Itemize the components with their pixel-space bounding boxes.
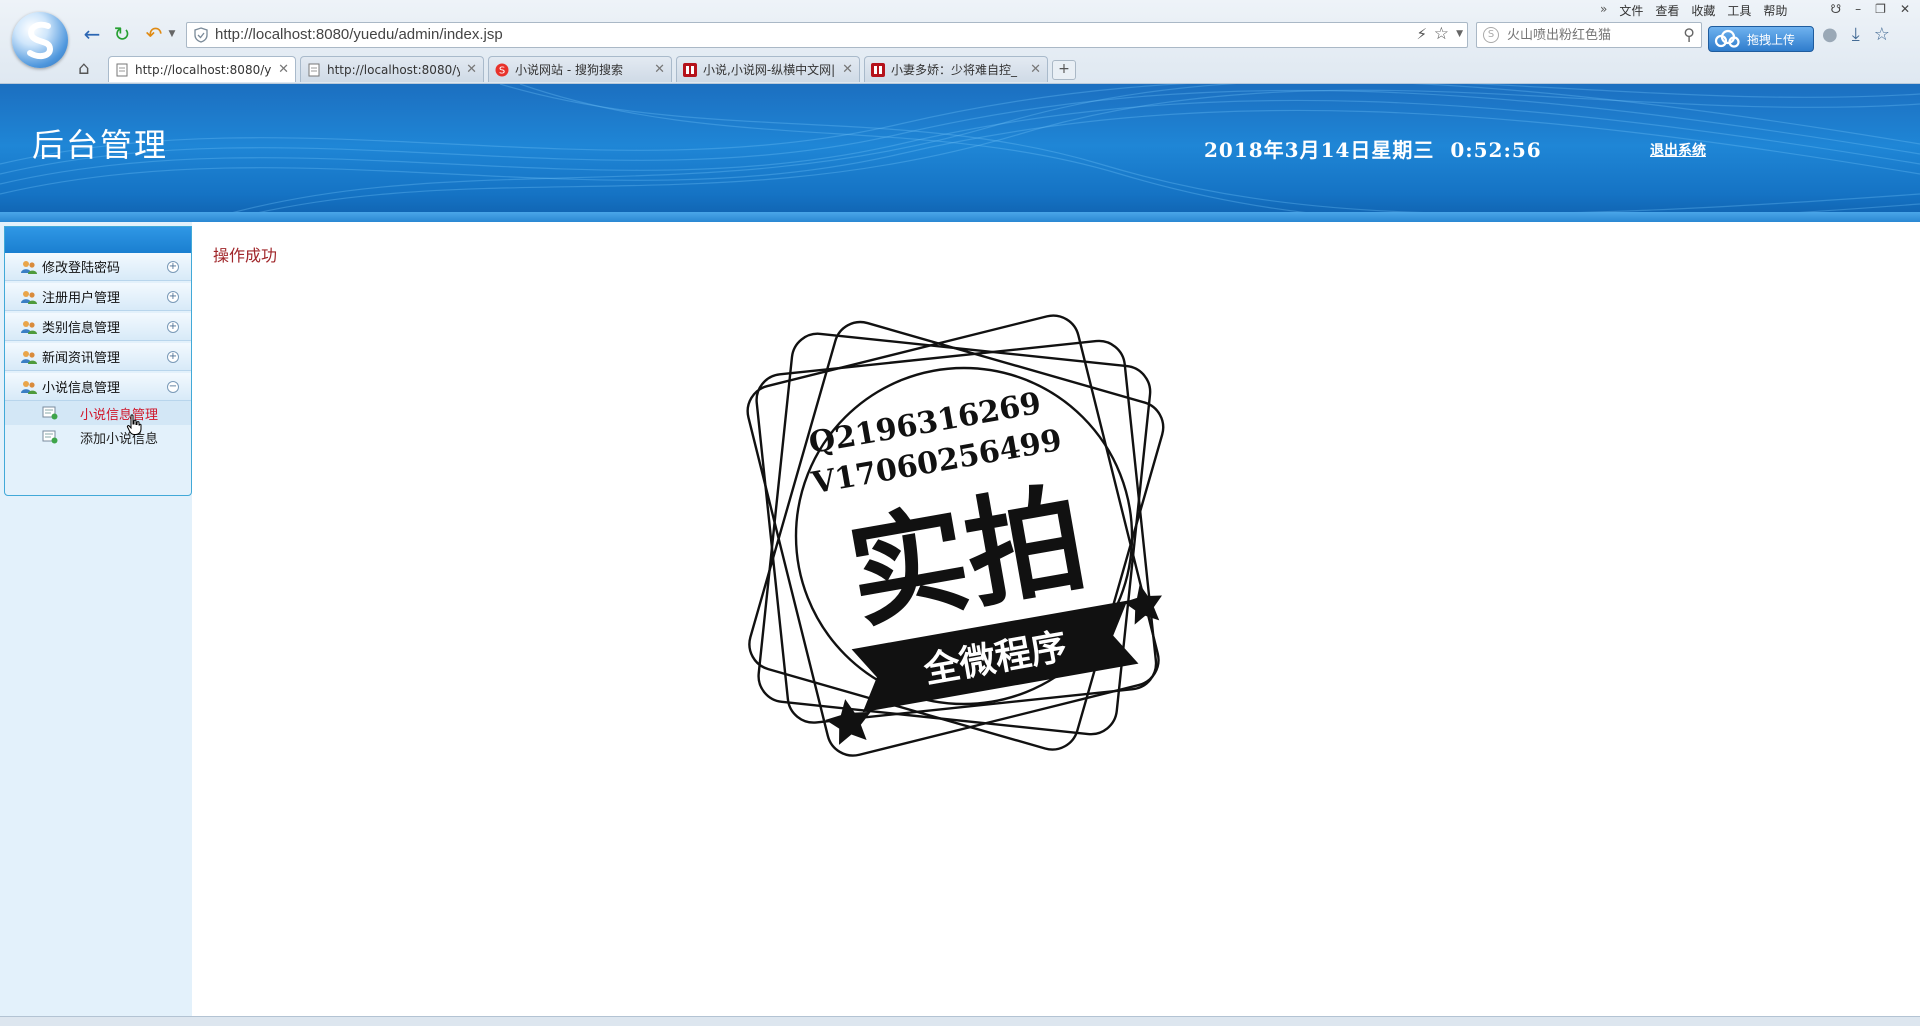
url-text[interactable]: http://localhost:8080/yuedu/admin/index.… bbox=[215, 26, 503, 43]
tab-5[interactable]: 小妻多娇：少将难自控_ ✕ bbox=[864, 56, 1048, 82]
sidebar-item-label: 类别信息管理 bbox=[42, 321, 121, 336]
tab-close-icon[interactable]: ✕ bbox=[842, 62, 853, 77]
refresh-icon[interactable]: ↻ bbox=[110, 22, 134, 46]
main-content: 操作成功 Q2196316269 V17060256499 实拍 全微程序 bbox=[192, 222, 1920, 1016]
users-icon bbox=[21, 380, 37, 394]
chevron-down-icon[interactable]: ▼ bbox=[166, 22, 178, 46]
window-controls: ☋ – ❐ ✕ bbox=[1831, 2, 1911, 16]
status-bar bbox=[0, 1016, 1920, 1026]
search-box[interactable]: S ⚲ bbox=[1476, 22, 1702, 48]
skin-icon[interactable]: ☋ bbox=[1831, 2, 1842, 16]
watermark-stamp: Q2196316269 V17060256499 实拍 全微程序 bbox=[746, 314, 1165, 757]
more-chevron-icon[interactable]: » bbox=[1594, 2, 1613, 18]
new-tab-button[interactable]: + bbox=[1052, 60, 1076, 80]
sidebar-item-novels[interactable]: 小说信息管理 − bbox=[5, 373, 191, 401]
menu-view[interactable]: 查看 bbox=[1649, 2, 1685, 18]
sidebar-item-users[interactable]: 注册用户管理 + bbox=[5, 283, 191, 311]
sidebar-item-categories[interactable]: 类别信息管理 + bbox=[5, 313, 191, 341]
subitem-novel-management[interactable]: 小说信息管理 bbox=[5, 401, 191, 425]
back-arrow-icon[interactable]: ← bbox=[80, 22, 104, 46]
tab-close-icon[interactable]: ✕ bbox=[278, 62, 289, 77]
toolbar-right-icons: ● ⤓ ☆ bbox=[1822, 24, 1890, 45]
chevron-down-icon[interactable]: ▼ bbox=[1456, 29, 1463, 39]
tab-label: http://localhost:8080/y bbox=[327, 62, 461, 77]
restore-icon[interactable]: ❐ bbox=[1875, 2, 1886, 16]
collapse-minus-icon[interactable]: − bbox=[167, 381, 179, 393]
tab-strip: http://localhost:8080/y ✕ http://localho… bbox=[108, 56, 1076, 82]
sidebar-menu-panel: 修改登陆密码 + 注册用户管理 + 类别信息管理 + 新闻资讯管理 + 小说信息… bbox=[4, 226, 192, 496]
users-icon bbox=[21, 320, 37, 334]
tab-label: http://localhost:8080/y bbox=[135, 62, 272, 77]
browser-chrome: ← ↻ ↶ ▼ http://localhost:8080/yuedu/admi… bbox=[0, 0, 1920, 84]
sidebar-item-news[interactable]: 新闻资讯管理 + bbox=[5, 343, 191, 371]
sidebar-topbar bbox=[5, 227, 191, 253]
browser-logo-icon[interactable] bbox=[12, 12, 68, 68]
users-icon bbox=[21, 290, 37, 304]
bookmark-star-icon[interactable]: ☆ bbox=[1434, 24, 1449, 44]
sidebar-item-label: 注册用户管理 bbox=[42, 291, 121, 306]
address-bar[interactable]: http://localhost:8080/yuedu/admin/index.… bbox=[186, 22, 1468, 48]
admin-title: 后台管理 bbox=[32, 126, 169, 164]
users-icon bbox=[21, 350, 37, 364]
document-add-icon bbox=[42, 406, 58, 420]
menu-favorites[interactable]: 收藏 bbox=[1685, 2, 1721, 18]
search-engine-icon[interactable]: S bbox=[1483, 27, 1499, 43]
subitem-add-novel[interactable]: 添加小说信息 bbox=[5, 425, 191, 449]
sidebar-item-label: 修改登陆密码 bbox=[42, 261, 121, 276]
tab-label: 小说网站 - 搜狗搜索 bbox=[515, 63, 623, 77]
undo-icon[interactable]: ↶ bbox=[142, 22, 166, 46]
expand-plus-icon[interactable]: + bbox=[167, 321, 179, 333]
hand-cursor-icon bbox=[126, 414, 142, 435]
tab-close-icon[interactable]: ✕ bbox=[1030, 62, 1041, 77]
menu-file[interactable]: 文件 bbox=[1613, 2, 1649, 18]
lightning-icon[interactable]: ⚡ bbox=[1416, 25, 1427, 43]
tab-label: 小妻多娇：少将难自控_ bbox=[891, 63, 1018, 77]
logout-link[interactable]: 退出系统 bbox=[1650, 140, 1706, 160]
expand-plus-icon[interactable]: + bbox=[167, 291, 179, 303]
users-icon bbox=[21, 260, 37, 274]
sidebar-item-label: 新闻资讯管理 bbox=[42, 351, 121, 366]
chat-icon[interactable]: ● bbox=[1822, 24, 1838, 45]
tab-3[interactable]: S 小说网站 - 搜狗搜索 ✕ bbox=[488, 56, 672, 82]
zongheng-icon bbox=[683, 62, 697, 77]
admin-header: 后台管理 2018年3月14日星期三 0:52:56 退出系统 bbox=[0, 84, 1920, 222]
tab-label: 小说,小说网-纵横中文网| bbox=[703, 63, 836, 77]
menu-bar: » 文件 查看 收藏 工具 帮助 bbox=[1594, 2, 1793, 18]
subitem-label: 小说信息管理 bbox=[80, 407, 159, 423]
tab-close-icon[interactable]: ✕ bbox=[654, 62, 665, 77]
favorites-star-icon[interactable]: ☆ bbox=[1874, 24, 1890, 45]
tab-2[interactable]: http://localhost:8080/y ✕ bbox=[300, 56, 484, 82]
tab-1[interactable]: http://localhost:8080/y ✕ bbox=[108, 56, 296, 82]
upload-button[interactable]: 拖拽上传 bbox=[1708, 26, 1814, 52]
subitem-label: 添加小说信息 bbox=[80, 431, 159, 447]
expand-plus-icon[interactable]: + bbox=[167, 261, 179, 273]
svg-text:S: S bbox=[499, 65, 505, 76]
header-bottom-strip bbox=[0, 212, 1920, 222]
close-icon[interactable]: ✕ bbox=[1900, 2, 1910, 16]
menu-tools[interactable]: 工具 bbox=[1721, 2, 1757, 18]
cloud-icon bbox=[1714, 29, 1740, 48]
shield-icon bbox=[194, 27, 208, 43]
header-wave-pattern bbox=[0, 84, 1920, 222]
sidebar-item-change-password[interactable]: 修改登陆密码 + bbox=[5, 253, 191, 281]
tab-4[interactable]: 小说,小说网-纵横中文网| ✕ bbox=[676, 56, 860, 82]
expand-plus-icon[interactable]: + bbox=[167, 351, 179, 363]
sidebar-item-label: 小说信息管理 bbox=[42, 381, 121, 396]
download-icon[interactable]: ⤓ bbox=[1852, 24, 1860, 45]
tab-close-icon[interactable]: ✕ bbox=[466, 62, 477, 77]
sidebar: 修改登陆密码 + 注册用户管理 + 类别信息管理 + 新闻资讯管理 + 小说信息… bbox=[0, 222, 192, 1016]
current-datetime: 2018年3月14日星期三 0:52:56 bbox=[1204, 138, 1542, 162]
sogou-icon: S bbox=[495, 63, 509, 76]
success-message: 操作成功 bbox=[213, 246, 278, 265]
home-icon[interactable]: ⌂ bbox=[78, 58, 89, 79]
page-icon bbox=[308, 63, 320, 76]
document-add-icon bbox=[42, 430, 58, 444]
search-input[interactable] bbox=[1507, 25, 1667, 45]
page-icon bbox=[116, 63, 128, 76]
zongheng-icon bbox=[871, 62, 885, 77]
search-icon[interactable]: ⚲ bbox=[1683, 25, 1695, 44]
upload-label: 拖拽上传 bbox=[1747, 32, 1796, 47]
minimize-icon[interactable]: – bbox=[1855, 2, 1861, 16]
menu-help[interactable]: 帮助 bbox=[1757, 2, 1793, 18]
